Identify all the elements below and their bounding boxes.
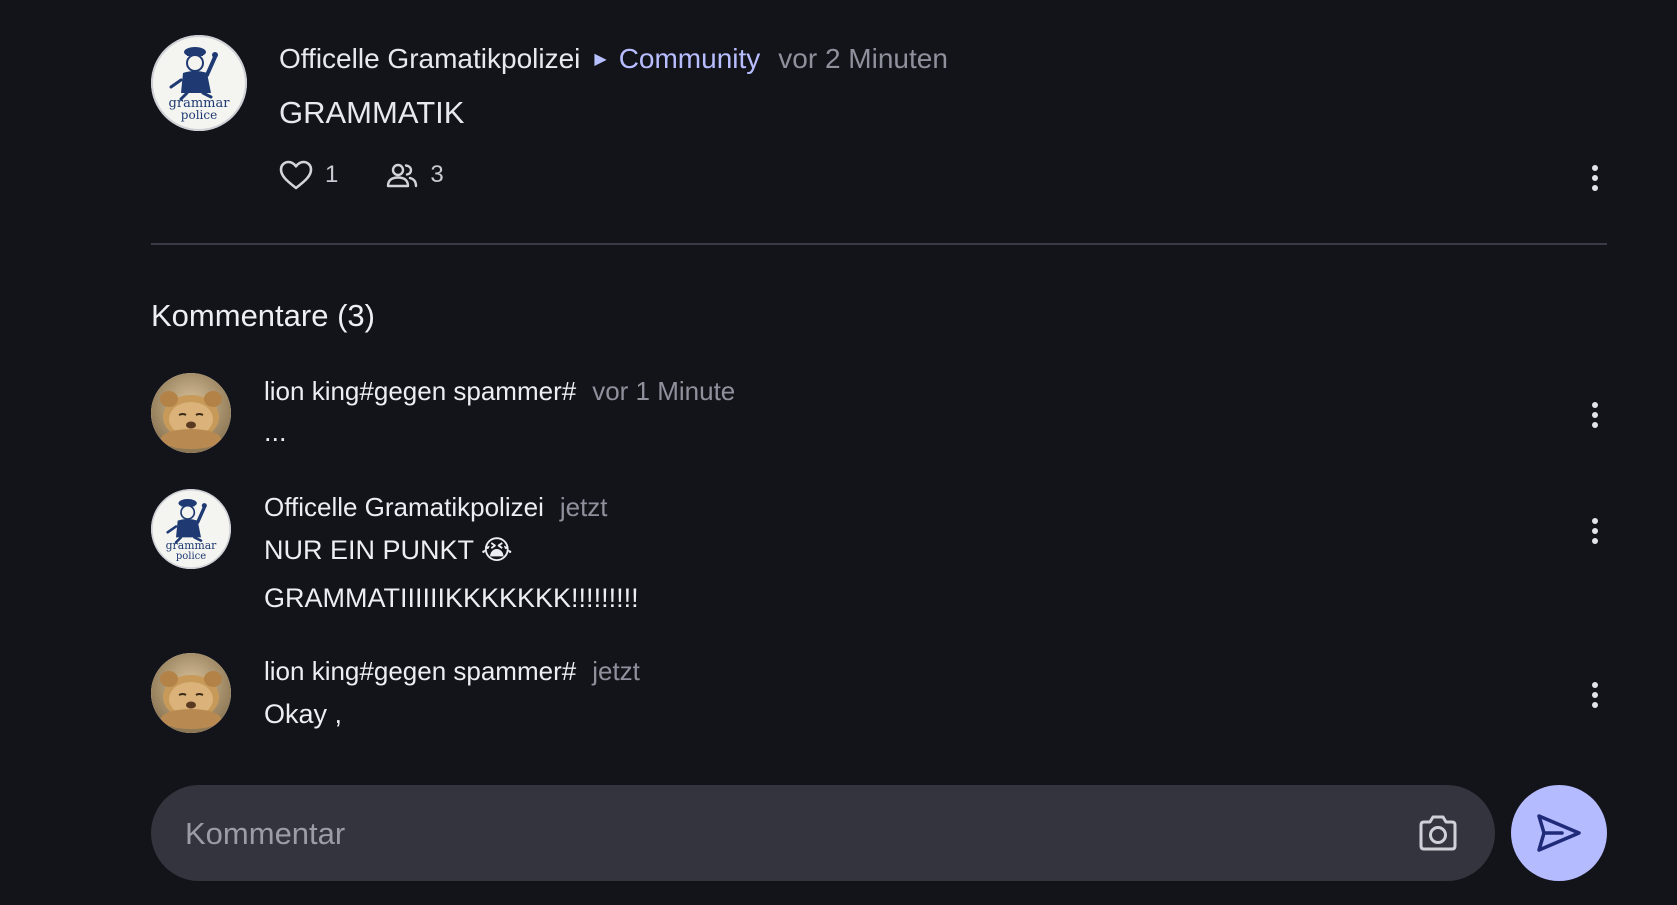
comments-heading: Kommentare (3) bbox=[151, 298, 375, 333]
grammar-police-avatar-icon: grammar police bbox=[151, 489, 231, 569]
caret-right-icon: ▶ bbox=[594, 51, 607, 68]
divider bbox=[151, 243, 1607, 245]
comment-composer bbox=[151, 785, 1495, 883]
svg-text:police: police bbox=[181, 108, 217, 122]
comment-text: Okay , bbox=[264, 699, 343, 729]
send-button[interactable] bbox=[1511, 785, 1607, 881]
comment-meta: lion king#gegen spammer# vor 1 Minute bbox=[264, 373, 735, 409]
svg-text:police: police bbox=[176, 551, 206, 562]
post-detail: grammar police Officelle Gramatikpolizei… bbox=[151, 0, 1607, 905]
people-icon bbox=[387, 163, 418, 188]
post: grammar police Officelle Gramatikpolizei… bbox=[151, 35, 1607, 245]
grammar-police-avatar-icon: grammar police bbox=[151, 35, 247, 131]
post-actions: 1 3 bbox=[279, 160, 444, 190]
camera-button[interactable] bbox=[1417, 813, 1459, 853]
comment-timestamp: jetzt bbox=[592, 655, 640, 686]
comment-timestamp: jetzt bbox=[559, 491, 608, 522]
comment-input[interactable] bbox=[183, 785, 1337, 883]
lion-cub-avatar-icon bbox=[151, 373, 231, 453]
comment-author-name[interactable]: lion king#gegen spammer# bbox=[264, 656, 576, 687]
heart-icon bbox=[279, 160, 313, 190]
comment-text-line: GRAMMATIIIIIIKKKKKKK!!!!!!!!! bbox=[264, 583, 639, 613]
camera-icon bbox=[1419, 815, 1457, 851]
community-link[interactable]: Community bbox=[619, 43, 761, 75]
post-timestamp: vor 2 Minuten bbox=[778, 43, 948, 74]
participants-button[interactable]: 3 bbox=[386, 161, 444, 189]
comment-author-avatar[interactable]: grammar police bbox=[151, 489, 231, 569]
svg-text:grammar: grammar bbox=[166, 539, 218, 552]
send-icon bbox=[1537, 814, 1581, 852]
more-vertical-icon bbox=[1592, 165, 1598, 191]
more-vertical-icon bbox=[1592, 518, 1598, 544]
comment-more-options-button[interactable] bbox=[1583, 675, 1607, 715]
comment-author-avatar[interactable] bbox=[151, 373, 231, 453]
comment-timestamp: vor 1 Minute bbox=[592, 375, 736, 406]
comment-author-name[interactable]: Officelle Gramatikpolizei bbox=[264, 492, 544, 523]
like-count: 1 bbox=[325, 161, 339, 188]
comment-meta: Officelle Gramatikpolizei jetzt bbox=[264, 489, 608, 525]
comment-author-avatar[interactable] bbox=[151, 653, 231, 733]
comment-text-line: NUR EIN PUNKT 😭 bbox=[264, 535, 513, 565]
post-meta: Officelle Gramatikpolizei ▶ Community vo… bbox=[279, 39, 948, 79]
lion-cub-avatar-icon bbox=[151, 653, 231, 733]
comment-more-options-button[interactable] bbox=[1583, 395, 1607, 435]
post-more-options-button[interactable] bbox=[1583, 158, 1607, 198]
post-title: GRAMMATIK bbox=[279, 95, 465, 130]
comment-text: ... bbox=[264, 417, 287, 447]
comment-meta: lion king#gegen spammer# jetzt bbox=[264, 653, 640, 689]
comment-author-name[interactable]: lion king#gegen spammer# bbox=[264, 376, 576, 407]
more-vertical-icon bbox=[1592, 402, 1598, 428]
like-button[interactable]: 1 bbox=[279, 160, 338, 190]
more-vertical-icon bbox=[1592, 682, 1598, 708]
post-author-name[interactable]: Officelle Gramatikpolizei bbox=[279, 43, 580, 75]
participant-count: 3 bbox=[430, 161, 444, 188]
comment-more-options-button[interactable] bbox=[1583, 511, 1607, 551]
post-author-avatar[interactable]: grammar police bbox=[151, 35, 247, 131]
